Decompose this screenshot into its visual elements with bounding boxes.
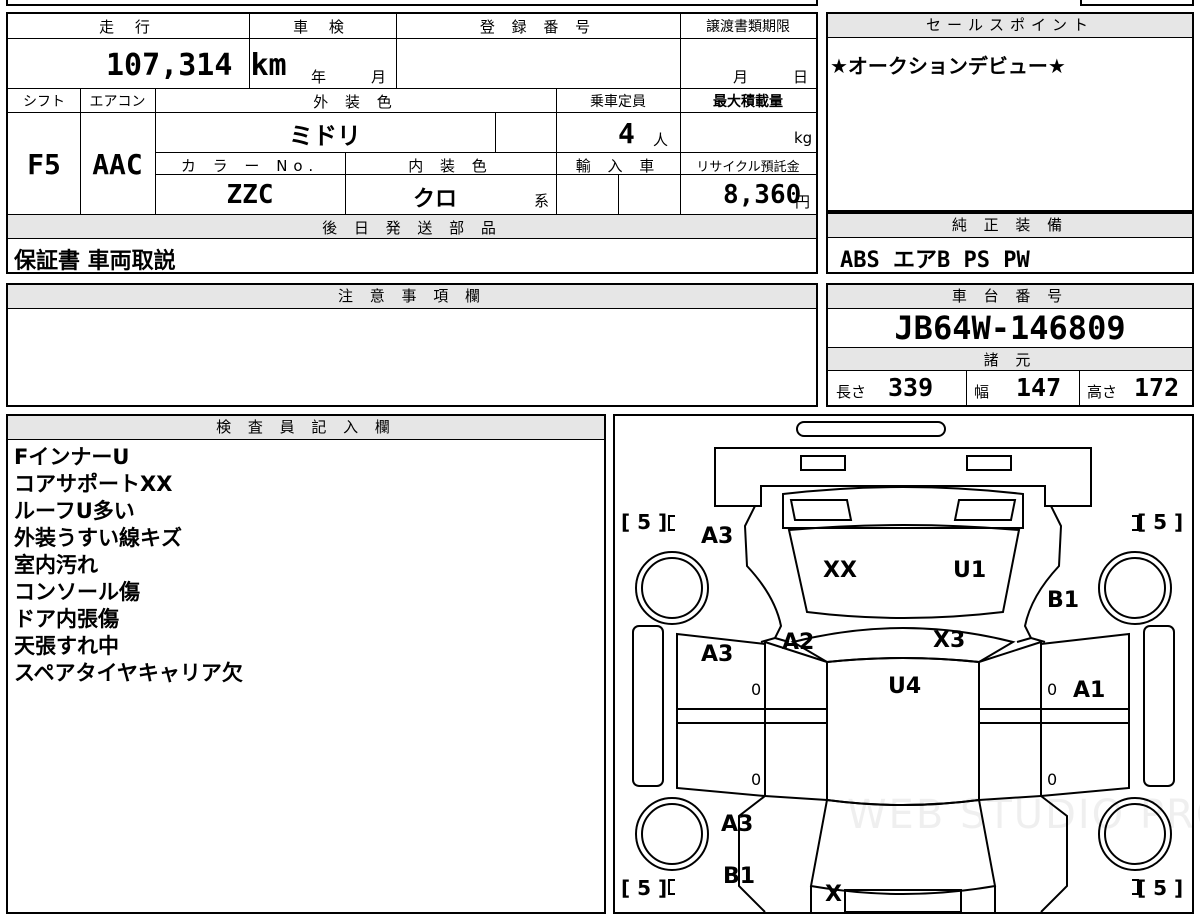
top-right-strip <box>1080 0 1194 6</box>
mark-bottom-left: B1 <box>723 864 756 889</box>
height-label: 高さ <box>1087 383 1118 401</box>
windshield <box>790 627 1016 664</box>
recycle-label: リサイクル預託金 <box>696 160 800 175</box>
watermark: WEB STUDIO PRO <box>847 792 1200 838</box>
length-label: 長さ <box>836 383 867 401</box>
height-value: 172 <box>1134 373 1180 402</box>
headlight-right <box>966 455 1012 471</box>
genuine-equipment-box: 純 正 装 備 ABS エアB PS PW <box>826 212 1194 274</box>
left-rail <box>632 625 664 787</box>
inspector-note: ルーフU多い <box>14 499 135 523</box>
front-bumper-tab <box>796 421 946 437</box>
tire-rear-left <box>641 803 703 865</box>
recycle-unit: 円 <box>795 193 811 211</box>
inspector-note: スペアタイヤキャリア欠 <box>14 661 243 685</box>
tire-front-right <box>1104 557 1166 619</box>
mark-pillar-left: A2 <box>782 630 815 655</box>
later-parts-text: 保証書 車両取説 <box>14 249 176 274</box>
transfer-label: 譲渡書類期限 <box>706 19 790 35</box>
body-left <box>743 505 783 643</box>
ext-color-value: ミドリ <box>289 122 361 150</box>
sales-point-label: セールスポイント <box>828 14 1192 38</box>
caution-label: 注 意 事 項 欄 <box>8 285 816 309</box>
transfer-month: 月 <box>733 68 749 86</box>
int-color-value: クロ <box>412 187 457 212</box>
width-label: 幅 <box>974 383 990 401</box>
tire-rating-rear-left: [ 5 ] <box>621 876 668 900</box>
genuine-equipment-label: 純 正 装 備 <box>828 214 1192 238</box>
mark-front-left: A3 <box>701 524 734 549</box>
caution-box: 注 意 事 項 欄 <box>6 283 818 407</box>
ac-value: AAC <box>92 148 143 181</box>
transfer-day: 日 <box>793 68 809 86</box>
color-no-label: カ ラ ー No. <box>180 157 320 175</box>
mark-door-front-right: A1 <box>1073 678 1106 703</box>
recycle-value: 8,360 <box>723 180 802 210</box>
tire-front-left <box>641 557 703 619</box>
mark-front-right: B1 <box>1047 588 1080 613</box>
mark-roof-front: X3 <box>933 628 966 653</box>
int-color-suffix: 系 <box>534 192 550 210</box>
mark-zero: 0 <box>751 680 762 699</box>
capacity-unit: 人 <box>653 131 669 149</box>
mark-zero: 0 <box>1047 770 1058 789</box>
inspector-note: ドア内張傷 <box>14 607 119 631</box>
capacity-label: 乗車定員 <box>590 94 646 110</box>
inspection-month: 月 <box>371 68 387 86</box>
mileage-label: 走 行 <box>99 18 158 36</box>
chassis-number: JB64W-146809 <box>894 309 1126 347</box>
inspector-note: 外装うすい線キズ <box>14 526 182 550</box>
registration-label: 登 録 番 号 <box>479 18 597 36</box>
right-rail <box>1143 625 1175 787</box>
inspector-note: コアサポートXX <box>14 472 173 496</box>
genuine-equipment-text: ABS エアB PS PW <box>840 248 1030 273</box>
chassis-label: 車 台 番 号 <box>828 285 1192 309</box>
shift-value: F5 <box>27 148 61 181</box>
mark-zero: 0 <box>1047 680 1058 699</box>
width-value: 147 <box>1016 373 1062 402</box>
spec-label: 諸 元 <box>983 351 1037 369</box>
ac-label: エアコン <box>89 94 146 110</box>
top-strip <box>6 0 818 6</box>
mileage-value: 107,314 km <box>106 48 287 83</box>
mark-door-front-left: A3 <box>701 642 734 667</box>
mark-zero: 0 <box>751 770 762 789</box>
tire-rating-front-right: [ 5 ] <box>1137 510 1184 534</box>
inspector-note: コンソール傷 <box>14 580 140 604</box>
capacity-value: 4 <box>618 117 635 150</box>
tire-rating-rear-right: [ 5 ] <box>1137 876 1184 900</box>
inspection-label: 車 検 <box>293 18 352 36</box>
grille <box>782 486 1024 529</box>
headlight-left <box>800 455 846 471</box>
inspector-note: 天張すれ中 <box>14 634 119 658</box>
mark-roof: U4 <box>888 674 922 699</box>
sales-point-box: セールスポイント ★オークションデビュー★ <box>826 12 1194 212</box>
tire-rating-front-left: [ 5 ] <box>621 510 668 534</box>
body-right <box>1023 505 1063 643</box>
mark-hood-left: XX <box>823 558 857 583</box>
inspector-label: 検 査 員 記 入 欄 <box>8 416 604 440</box>
color-no-value: ZZC <box>226 180 274 210</box>
inspection-year: 年 <box>311 68 327 86</box>
sales-point-text: ★オークションデビュー★ <box>830 54 1066 78</box>
car-diagram-box: [ 5 ] [ 5 ] [ 5 ] [ 5 ] A3 XX U1 B1 A2 X… <box>613 414 1200 914</box>
inspector-note: FインナーU <box>14 445 130 469</box>
inspector-box: 検 査 員 記 入 欄 FインナーU コアサポートXX ルーフU多い 外装うすい… <box>6 414 606 914</box>
mark-bottom-center: X <box>825 882 842 907</box>
ext-color-label: 外 装 色 <box>313 93 398 111</box>
import-label: 輸 入 車 <box>575 157 661 175</box>
max-load-unit: kg <box>794 129 813 147</box>
mark-rear-left: A3 <box>721 812 754 837</box>
int-color-label: 内 装 色 <box>408 157 493 175</box>
later-parts-label: 後 日 発 送 部 品 <box>322 219 502 237</box>
vehicle-info-table: 走 行 車 検 登 録 番 号 譲渡書類期限 107,314 km 年 月 月 … <box>6 12 818 274</box>
mark-hood-right: U1 <box>953 558 987 583</box>
length-value: 339 <box>888 373 934 402</box>
chassis-box: 車 台 番 号 JB64W-146809 諸 元 長さ 339 幅 147 高さ… <box>826 283 1194 407</box>
inspector-note: 室内汚れ <box>14 553 98 577</box>
shift-label: シフト <box>23 94 65 110</box>
max-load-label: 最大積載量 <box>713 94 783 110</box>
front-bumper <box>714 447 1092 507</box>
